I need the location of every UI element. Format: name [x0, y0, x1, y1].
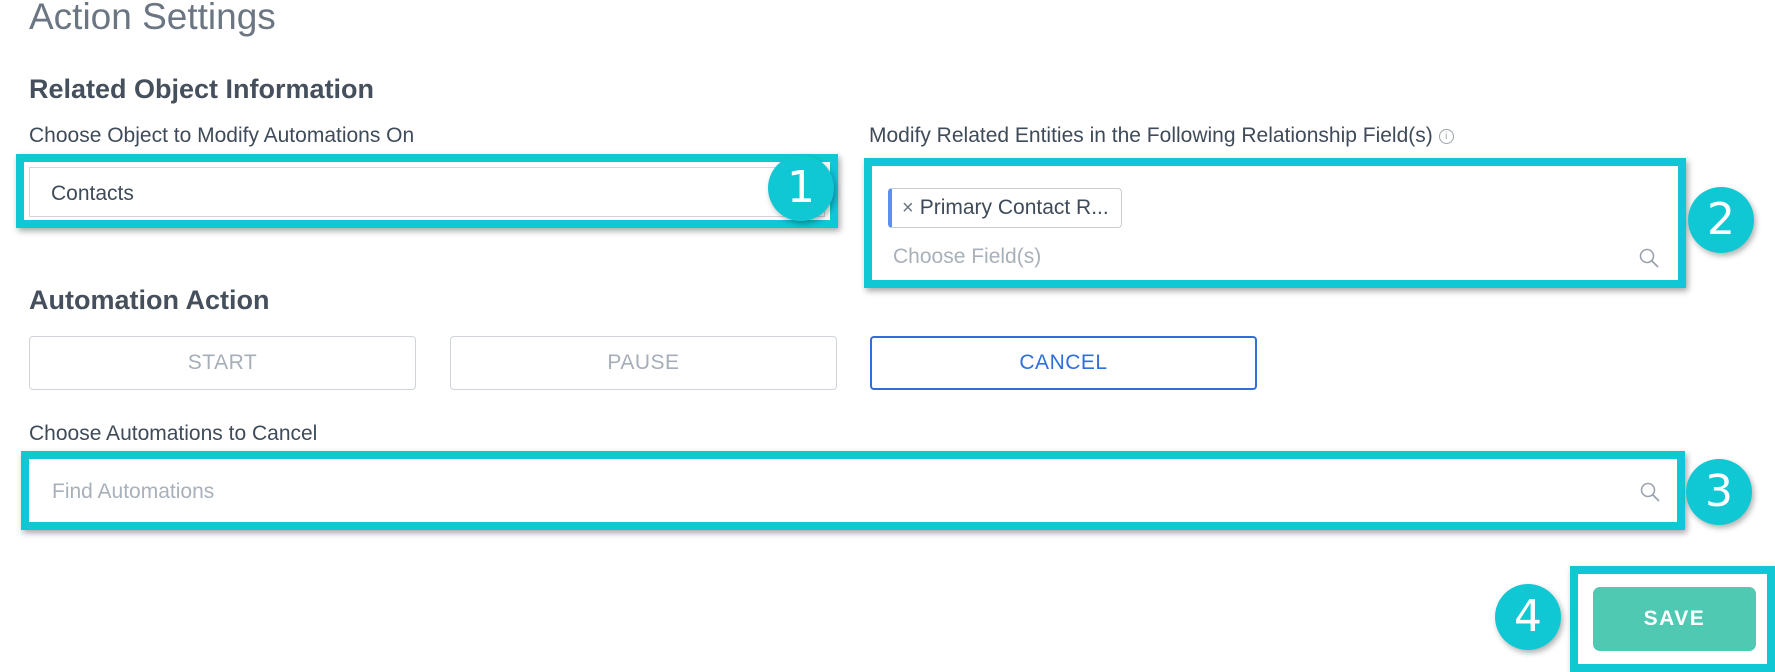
- cancel-button[interactable]: CANCEL: [870, 336, 1257, 390]
- relationship-fields-select[interactable]: × Primary Contact R... Choose Field(s): [873, 167, 1675, 277]
- remove-tag-icon[interactable]: ×: [902, 197, 914, 220]
- annotation-badge-1: 1: [768, 155, 834, 221]
- section-heading-related-object: Related Object Information: [29, 74, 375, 104]
- relationship-fields-label-text: Modify Related Entities in the Following…: [869, 124, 1433, 147]
- relationship-fields-label: Modify Related Entities in the Following…: [869, 124, 1454, 148]
- start-button[interactable]: START: [29, 336, 416, 390]
- page-title: Action Settings: [29, 0, 276, 37]
- save-button[interactable]: SAVE: [1593, 587, 1756, 651]
- selected-field-tag-label: Primary Contact R...: [919, 196, 1109, 219]
- annotation-badge-3: 3: [1686, 459, 1752, 525]
- automations-search-placeholder: Find Automations: [52, 480, 215, 503]
- object-select-value: Contacts: [51, 182, 134, 205]
- search-icon: [1639, 481, 1661, 508]
- automations-select-label: Choose Automations to Cancel: [29, 422, 318, 445]
- fields-search-placeholder[interactable]: Choose Field(s): [893, 245, 1041, 269]
- automations-search-input[interactable]: Find Automations: [30, 461, 1676, 519]
- pause-button[interactable]: PAUSE: [450, 336, 837, 390]
- selected-field-tag: × Primary Contact R...: [888, 188, 1122, 228]
- object-select-label: Choose Object to Modify Automations On: [29, 124, 415, 147]
- search-icon: [1638, 247, 1660, 274]
- object-select[interactable]: Contacts: [29, 167, 825, 217]
- annotation-badge-2: 2: [1688, 187, 1754, 253]
- info-icon[interactable]: i: [1438, 129, 1454, 144]
- annotation-badge-4: 4: [1495, 584, 1561, 650]
- section-heading-automation-action: Automation Action: [29, 285, 270, 315]
